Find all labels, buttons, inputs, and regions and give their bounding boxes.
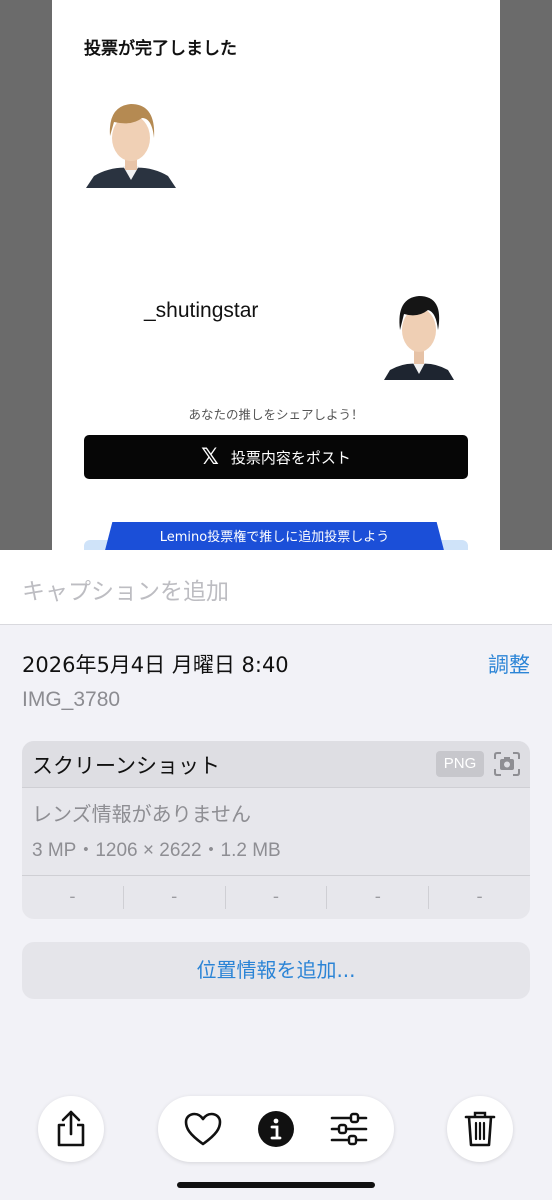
vote-complete-title: 投票が完了しました (84, 39, 237, 59)
screenshot-camera-icon (494, 752, 520, 776)
adjust-icon (331, 1112, 368, 1146)
exif-ev: - (226, 886, 328, 909)
image-spec: 3 MP・1206 × 2622・1.2 MB (32, 840, 281, 861)
caption-placeholder: キャプションを追加 (22, 579, 229, 605)
home-indicator[interactable] (177, 1182, 375, 1188)
post-button-label: 投票内容をポスト (230, 448, 351, 467)
idol-photo-1 (86, 96, 176, 188)
exif-shutter: - (476, 887, 483, 907)
lens-info: レンズ情報がありません (32, 802, 251, 826)
metadata-header: スクリーンショット PNG (22, 741, 530, 788)
post-vote-button[interactable]: 𝕏 投票内容をポスト (84, 435, 468, 479)
delete-button[interactable] (447, 1096, 513, 1162)
exif-iso: - (22, 886, 124, 909)
share-hint: あなたの推しをシェアしよう！ (188, 407, 364, 422)
share-button[interactable] (38, 1096, 104, 1162)
adjust-button[interactable] (324, 1104, 374, 1154)
photo-actions-group (158, 1096, 394, 1162)
share-icon (57, 1110, 85, 1147)
lemino-banner-label: Lemino投票権で推しに追加投票しよう (159, 530, 390, 545)
heart-icon (184, 1112, 221, 1146)
photo-preview[interactable]: 投票が完了しました _shutingstar あなたの推しをシェアしよう！ 𝕏 … (0, 0, 552, 550)
metadata-card: スクリーンショット PNG レンズ情報がありません 3 MP・1206 × 26… (22, 741, 530, 919)
caption-field[interactable]: キャプションを追加 (0, 550, 552, 625)
vote-result-card: 投票が完了しました _shutingstar あなたの推しをシェアしよう！ 𝕏 … (52, 0, 500, 550)
exif-focal: - (124, 886, 226, 909)
exif-row: - - - - - (22, 876, 530, 919)
info-icon (257, 1111, 294, 1147)
idol-photo-2 (384, 286, 454, 380)
info-button[interactable] (251, 1104, 301, 1154)
trash-icon (464, 1111, 496, 1147)
exif-aperture: - (327, 886, 430, 909)
add-location-button[interactable]: 位置情報を追加... (22, 942, 530, 999)
lemino-banner[interactable]: Lemino投票権で推しに追加投票しよう (102, 522, 447, 550)
adjust-datetime-button[interactable]: 調整 (488, 649, 530, 679)
photo-datetime: 2026年5月4日 月曜日 8:40 (22, 653, 289, 677)
username-label: _shutingstar (144, 299, 259, 322)
media-type-label: スクリーンショット (32, 754, 220, 778)
favorite-button[interactable] (178, 1104, 228, 1154)
photo-info-panel: キャプションを追加 2026年5月4日 月曜日 8:40 調整 IMG_3780… (0, 550, 552, 1200)
format-badge: PNG (436, 751, 484, 777)
x-logo-icon: 𝕏 (201, 444, 219, 470)
photo-filename: IMG_3780 (22, 688, 121, 711)
